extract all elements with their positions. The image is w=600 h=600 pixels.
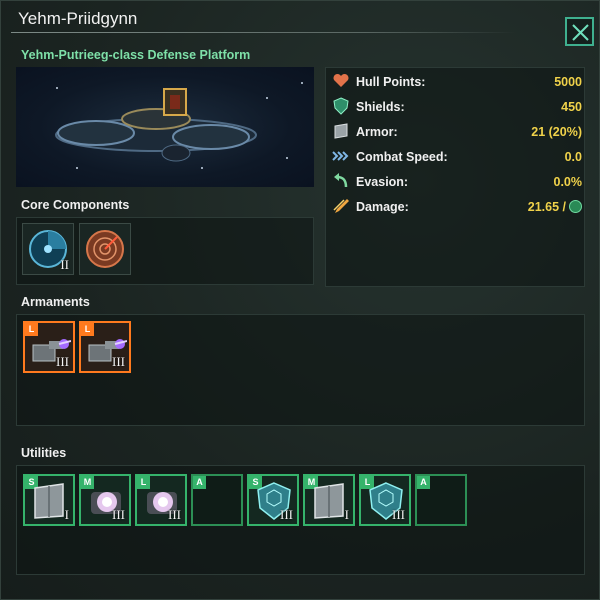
close-x-icon (572, 24, 589, 41)
utility-slot-8-empty[interactable]: A (415, 474, 467, 526)
stat-combat-speed: Combat Speed: 0.0 (332, 147, 582, 167)
heart-icon (333, 73, 349, 87)
sensor-radar-icon (86, 230, 124, 268)
defense-platform-icon (55, 88, 257, 162)
utility-slot-6[interactable]: M I (303, 474, 355, 526)
window-title: Yehm-Priidgynn (18, 9, 138, 28)
utility-slot-5[interactable]: S III (247, 474, 299, 526)
utility-slot-2[interactable]: M III (79, 474, 131, 526)
stat-hull-points: Hull Points: 5000 (332, 72, 582, 92)
day-clock-icon (569, 200, 582, 213)
evasion-arrow-icon (334, 173, 348, 188)
weapon-slot-2[interactable]: L III (79, 321, 131, 373)
core-slot-combat-computer[interactable]: II (22, 223, 74, 275)
ship-preview-image (16, 67, 314, 187)
utilities-label: Utilities (21, 446, 67, 460)
ship-class-subtitle: Yehm-Putrieeg-class Defense Platform (21, 48, 251, 62)
armaments-label: Armaments (21, 295, 90, 309)
utility-slot-7[interactable]: L III (359, 474, 411, 526)
stat-shields: Shields: 450 (332, 97, 582, 117)
core-components-panel: II (16, 217, 314, 285)
title-bar: Yehm-Priidgynn (1, 1, 600, 46)
core-components-label: Core Components (21, 198, 130, 212)
weapon-slot-1[interactable]: L III (23, 321, 75, 373)
shield-icon (333, 97, 349, 115)
utility-slot-4-empty[interactable]: A (191, 474, 243, 526)
core-slot-sensor[interactable] (79, 223, 131, 275)
title-divider (11, 32, 516, 33)
utility-slot-1[interactable]: S I (23, 474, 75, 526)
armaments-panel: L III L III (16, 314, 585, 426)
utility-slot-3[interactable]: L III (135, 474, 187, 526)
damage-bolt-icon (333, 199, 349, 213)
utilities-panel: S I M III L III A S III M I L III A (16, 465, 585, 575)
stat-evasion: Evasion: 0.0% (332, 172, 582, 192)
ship-stats-panel: Hull Points: 5000 Shields: 450 Armor: 21… (325, 67, 585, 287)
stat-armor: Armor: 21 (20%) (332, 122, 582, 142)
speed-chevrons-icon (332, 151, 349, 161)
ship-detail-window: Yehm-Priidgynn Yehm-Putrieeg-class Defen… (0, 0, 600, 600)
armor-plate-icon (334, 123, 348, 139)
stat-damage: Damage: 21.65 / (332, 197, 582, 217)
close-button[interactable] (565, 17, 594, 46)
